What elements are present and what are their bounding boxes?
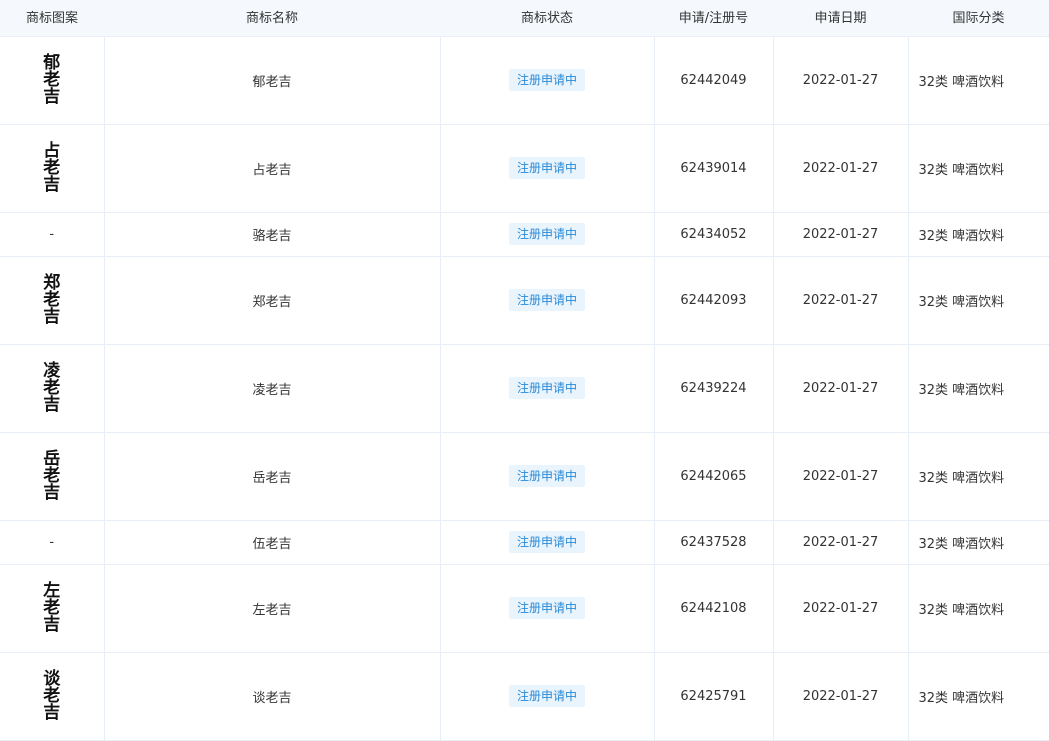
trademark-name[interactable]: 占老吉	[104, 124, 441, 213]
table-row[interactable]: 谈老吉 谈老吉 注册申请中 62425791 2022-01-27 32类 啤酒饮料	[0, 652, 1049, 741]
international-class: 32类 啤酒饮料	[908, 432, 1049, 521]
application-date: 2022-01-27	[773, 520, 909, 565]
trademark-name[interactable]: 郑老吉	[104, 256, 441, 345]
application-date: 2022-01-27	[773, 432, 909, 521]
status-badge: 注册申请中	[508, 289, 585, 311]
trademark-name[interactable]: 左老吉	[104, 564, 441, 653]
table-row[interactable]: 凌老吉 凌老吉 注册申请中 62439224 2022-01-27 32类 啤酒饮料	[0, 344, 1049, 433]
application-date: 2022-01-27	[773, 344, 909, 433]
application-date: 2022-01-27	[773, 36, 909, 125]
trademark-image-cell: 郑老吉	[0, 256, 105, 345]
trademark-image-cell: -	[0, 520, 105, 565]
international-class: 32类 啤酒饮料	[908, 256, 1049, 345]
status-badge: 注册申请中	[508, 157, 585, 179]
trademark-image-cell: 郁老吉	[0, 36, 105, 125]
table-row[interactable]: - 骆老吉 注册申请中 62434052 2022-01-27 32类 啤酒饮料	[0, 212, 1049, 257]
header-status: 商标状态	[440, 0, 654, 37]
status-cell: 注册申请中	[440, 344, 655, 433]
trademark-name[interactable]: 骆老吉	[104, 212, 441, 257]
registration-number: 62425791	[654, 652, 774, 741]
application-date: 2022-01-27	[773, 652, 909, 741]
status-cell: 注册申请中	[440, 124, 655, 213]
status-cell: 注册申请中	[440, 564, 655, 653]
status-cell: 注册申请中	[440, 212, 655, 257]
registration-number: 62442049	[654, 36, 774, 125]
trademark-name[interactable]: 岳老吉	[104, 432, 441, 521]
trademark-image-cell: 岳老吉	[0, 432, 105, 521]
header-date: 申请日期	[773, 0, 908, 37]
international-class: 32类 啤酒饮料	[908, 652, 1049, 741]
table-row[interactable]: - 伍老吉 注册申请中 62437528 2022-01-27 32类 啤酒饮料	[0, 520, 1049, 565]
trademark-image[interactable]: 郑老吉	[43, 274, 60, 326]
header-regno: 申请/注册号	[654, 0, 773, 37]
registration-number: 62442093	[654, 256, 774, 345]
trademark-image-cell: 谈老吉	[0, 652, 105, 741]
table-header: 商标图案 商标名称 商标状态 申请/注册号 申请日期 国际分类	[0, 0, 1049, 37]
status-badge: 注册申请中	[508, 685, 585, 707]
application-date: 2022-01-27	[773, 256, 909, 345]
status-cell: 注册申请中	[440, 520, 655, 565]
registration-number: 62442108	[654, 564, 774, 653]
table-row[interactable]: 郁老吉 郁老吉 注册申请中 62442049 2022-01-27 32类 啤酒饮料	[0, 36, 1049, 125]
international-class: 32类 啤酒饮料	[908, 520, 1049, 565]
status-badge: 注册申请中	[508, 223, 585, 245]
no-image-placeholder: -	[49, 226, 55, 242]
table-row[interactable]: 岳老吉 岳老吉 注册申请中 62442065 2022-01-27 32类 啤酒饮料	[0, 432, 1049, 521]
registration-number: 62434052	[654, 212, 774, 257]
status-cell: 注册申请中	[440, 652, 655, 741]
header-row: 商标图案 商标名称 商标状态 申请/注册号 申请日期 国际分类	[0, 0, 1049, 37]
application-date: 2022-01-27	[773, 564, 909, 653]
no-image-placeholder: -	[49, 534, 55, 550]
trademark-image[interactable]: 谈老吉	[43, 670, 60, 722]
trademark-image[interactable]: 占老吉	[43, 142, 60, 194]
trademark-name[interactable]: 谈老吉	[104, 652, 441, 741]
trademark-image-cell: 左老吉	[0, 564, 105, 653]
status-cell: 注册申请中	[440, 432, 655, 521]
trademark-image-cell: 占老吉	[0, 124, 105, 213]
international-class: 32类 啤酒饮料	[908, 212, 1049, 257]
status-badge: 注册申请中	[508, 377, 585, 399]
status-badge: 注册申请中	[508, 597, 585, 619]
table-body: 郁老吉郁老吉 注册申请中 62442049 2022-01-27 32类 啤酒饮料占老吉…	[0, 36, 1049, 741]
status-cell: 注册申请中	[440, 256, 655, 345]
table-row[interactable]: 占老吉 占老吉 注册申请中 62439014 2022-01-27 32类 啤酒饮料	[0, 124, 1049, 213]
table-row[interactable]: 左老吉 左老吉 注册申请中 62442108 2022-01-27 32类 啤酒饮料	[0, 564, 1049, 653]
status-cell: 注册申请中	[440, 36, 655, 125]
trademark-name[interactable]: 凌老吉	[104, 344, 441, 433]
status-badge: 注册申请中	[508, 531, 585, 553]
trademark-image[interactable]: 左老吉	[43, 582, 60, 634]
trademark-name[interactable]: 郁老吉	[104, 36, 441, 125]
international-class: 32类 啤酒饮料	[908, 564, 1049, 653]
status-badge: 注册申请中	[508, 465, 585, 487]
header-class: 国际分类	[908, 0, 1049, 37]
trademark-table: 商标图案 商标名称 商标状态 申请/注册号 申请日期 国际分类 郁老吉郁老吉 注册…	[0, 0, 1049, 741]
application-date: 2022-01-27	[773, 212, 909, 257]
trademark-image[interactable]: 凌老吉	[43, 362, 60, 414]
application-date: 2022-01-27	[773, 124, 909, 213]
trademark-name[interactable]: 伍老吉	[104, 520, 441, 565]
trademark-image-cell: -	[0, 212, 105, 257]
trademark-image-cell: 凌老吉	[0, 344, 105, 433]
international-class: 32类 啤酒饮料	[908, 124, 1049, 213]
international-class: 32类 啤酒饮料	[908, 36, 1049, 125]
trademark-image[interactable]: 岳老吉	[43, 450, 60, 502]
registration-number: 62439014	[654, 124, 774, 213]
table-row[interactable]: 郑老吉 郑老吉 注册申请中 62442093 2022-01-27 32类 啤酒饮料	[0, 256, 1049, 345]
registration-number: 62439224	[654, 344, 774, 433]
header-name: 商标名称	[104, 0, 440, 37]
trademark-image[interactable]: 郁老吉	[43, 54, 60, 106]
status-badge: 注册申请中	[508, 69, 585, 91]
header-image: 商标图案	[0, 0, 104, 37]
registration-number: 62442065	[654, 432, 774, 521]
registration-number: 62437528	[654, 520, 774, 565]
international-class: 32类 啤酒饮料	[908, 344, 1049, 433]
